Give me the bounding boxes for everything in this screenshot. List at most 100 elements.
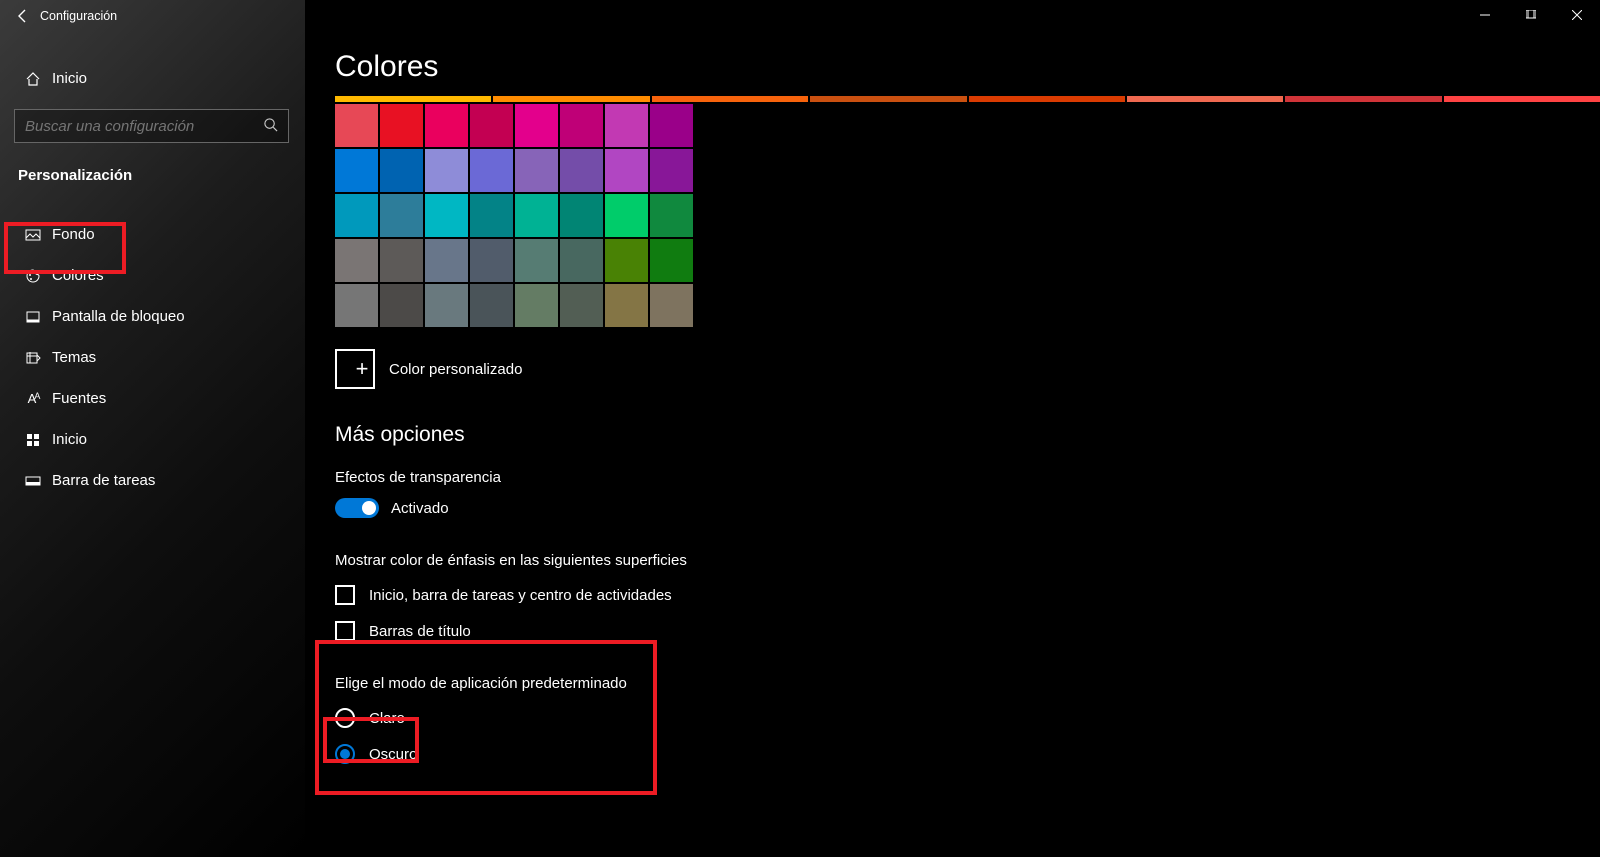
close-button[interactable] — [1554, 0, 1600, 30]
color-swatch[interactable] — [470, 239, 513, 282]
accent-strip-swatch — [969, 96, 1125, 102]
color-swatch[interactable] — [425, 149, 468, 192]
color-swatch[interactable] — [515, 149, 558, 192]
color-swatch[interactable] — [515, 284, 558, 327]
checkbox-start-label: Inicio, barra de tareas y centro de acti… — [369, 587, 672, 604]
sidebar-item-colores[interactable]: Colores — [0, 255, 305, 296]
picture-icon — [20, 227, 46, 243]
color-swatch[interactable] — [380, 284, 423, 327]
color-swatch[interactable] — [335, 239, 378, 282]
search-input[interactable] — [14, 109, 289, 143]
color-swatch[interactable] — [380, 104, 423, 147]
color-swatch[interactable] — [335, 284, 378, 327]
maximize-button[interactable] — [1508, 0, 1554, 30]
sidebar-home[interactable]: Inicio — [0, 58, 305, 99]
color-swatch[interactable] — [650, 194, 693, 237]
palette-icon — [20, 268, 46, 284]
sidebar-item-fuentes[interactable]: AA Fuentes — [0, 378, 305, 419]
home-icon — [20, 71, 46, 87]
checkbox-titlebars[interactable] — [335, 621, 355, 641]
sidebar-item-label: Colores — [52, 267, 104, 284]
color-swatch[interactable] — [470, 104, 513, 147]
color-swatch[interactable] — [515, 104, 558, 147]
color-swatch[interactable] — [335, 194, 378, 237]
sidebar-item-barra-tareas[interactable]: Barra de tareas — [0, 460, 305, 501]
color-swatch[interactable] — [560, 104, 603, 147]
color-swatch[interactable] — [380, 239, 423, 282]
color-swatch[interactable] — [425, 104, 468, 147]
color-swatch[interactable] — [650, 104, 693, 147]
sidebar-home-label: Inicio — [52, 70, 87, 87]
color-swatch[interactable] — [425, 284, 468, 327]
checkbox-start-taskbar[interactable] — [335, 585, 355, 605]
color-swatch[interactable] — [470, 149, 513, 192]
page-title: Colores — [335, 50, 1600, 84]
color-swatch[interactable] — [560, 149, 603, 192]
color-swatch[interactable] — [605, 239, 648, 282]
radio-row-dark[interactable]: Oscuro — [335, 744, 1600, 764]
color-swatch[interactable] — [335, 104, 378, 147]
sidebar-item-label: Temas — [52, 349, 96, 366]
accent-strip-swatch — [652, 96, 808, 102]
color-swatch[interactable] — [650, 284, 693, 327]
sidebar-item-label: Fondo — [52, 226, 95, 243]
color-swatch[interactable] — [605, 149, 648, 192]
color-swatch[interactable] — [605, 104, 648, 147]
sidebar-item-pantalla-bloqueo[interactable]: Pantalla de bloqueo — [0, 296, 305, 337]
color-swatch[interactable] — [470, 194, 513, 237]
radio-dark[interactable] — [335, 744, 355, 764]
radio-row-light[interactable]: Claro — [335, 708, 1600, 728]
accent-color-strip — [335, 96, 1600, 102]
accent-strip-swatch — [1444, 96, 1600, 102]
sidebar-item-fondo[interactable]: Fondo — [0, 214, 305, 255]
color-swatch[interactable] — [515, 239, 558, 282]
color-swatch[interactable] — [560, 284, 603, 327]
transparency-label: Efectos de transparencia — [335, 469, 1600, 486]
lock-screen-icon — [20, 309, 46, 325]
sidebar: Configuración Inicio Personalización Fon… — [0, 0, 305, 857]
app-mode-block: Elige el modo de aplicación predetermina… — [335, 675, 1600, 764]
accent-strip-swatch — [493, 96, 649, 102]
color-swatch[interactable] — [650, 149, 693, 192]
radio-light-label: Claro — [369, 710, 405, 727]
accent-strip-swatch — [1127, 96, 1283, 102]
accent-surfaces-label: Mostrar color de énfasis en las siguient… — [335, 552, 1600, 569]
radio-dark-label: Oscuro — [369, 746, 417, 763]
custom-color-label: Color personalizado — [389, 361, 522, 378]
search-icon — [263, 117, 278, 136]
color-swatch[interactable] — [560, 239, 603, 282]
sidebar-item-label: Barra de tareas — [52, 472, 155, 489]
back-icon[interactable] — [6, 8, 40, 24]
titlebar: Configuración — [0, 0, 305, 32]
color-swatch[interactable] — [650, 239, 693, 282]
color-swatch[interactable] — [380, 194, 423, 237]
color-swatch[interactable] — [425, 194, 468, 237]
search-field[interactable] — [25, 118, 263, 135]
radio-light[interactable] — [335, 708, 355, 728]
checkbox-titlebars-label: Barras de título — [369, 623, 471, 640]
fonts-icon: AA — [20, 391, 46, 406]
main-content: Colores + Color personalizado Más opcion… — [305, 0, 1600, 857]
color-swatch[interactable] — [425, 239, 468, 282]
color-swatch[interactable] — [605, 194, 648, 237]
sidebar-item-inicio[interactable]: Inicio — [0, 419, 305, 460]
color-swatch[interactable] — [560, 194, 603, 237]
minimize-button[interactable] — [1462, 0, 1508, 30]
transparency-toggle[interactable] — [335, 498, 379, 518]
color-swatch[interactable] — [380, 149, 423, 192]
color-swatch[interactable] — [605, 284, 648, 327]
color-swatch[interactable] — [515, 194, 558, 237]
color-swatch[interactable] — [470, 284, 513, 327]
custom-color-button[interactable]: + — [335, 349, 375, 389]
window-controls — [1462, 0, 1600, 30]
color-swatch[interactable] — [335, 149, 378, 192]
app-mode-label: Elige el modo de aplicación predetermina… — [335, 675, 1600, 692]
window-title: Configuración — [40, 9, 117, 23]
accent-strip-swatch — [810, 96, 966, 102]
sidebar-item-label: Inicio — [52, 431, 87, 448]
sidebar-item-temas[interactable]: Temas — [0, 337, 305, 378]
accent-strip-swatch — [335, 96, 491, 102]
more-options-heading: Más opciones — [335, 423, 1600, 447]
sidebar-section-title: Personalización — [0, 153, 305, 192]
color-swatch-grid — [335, 104, 693, 327]
